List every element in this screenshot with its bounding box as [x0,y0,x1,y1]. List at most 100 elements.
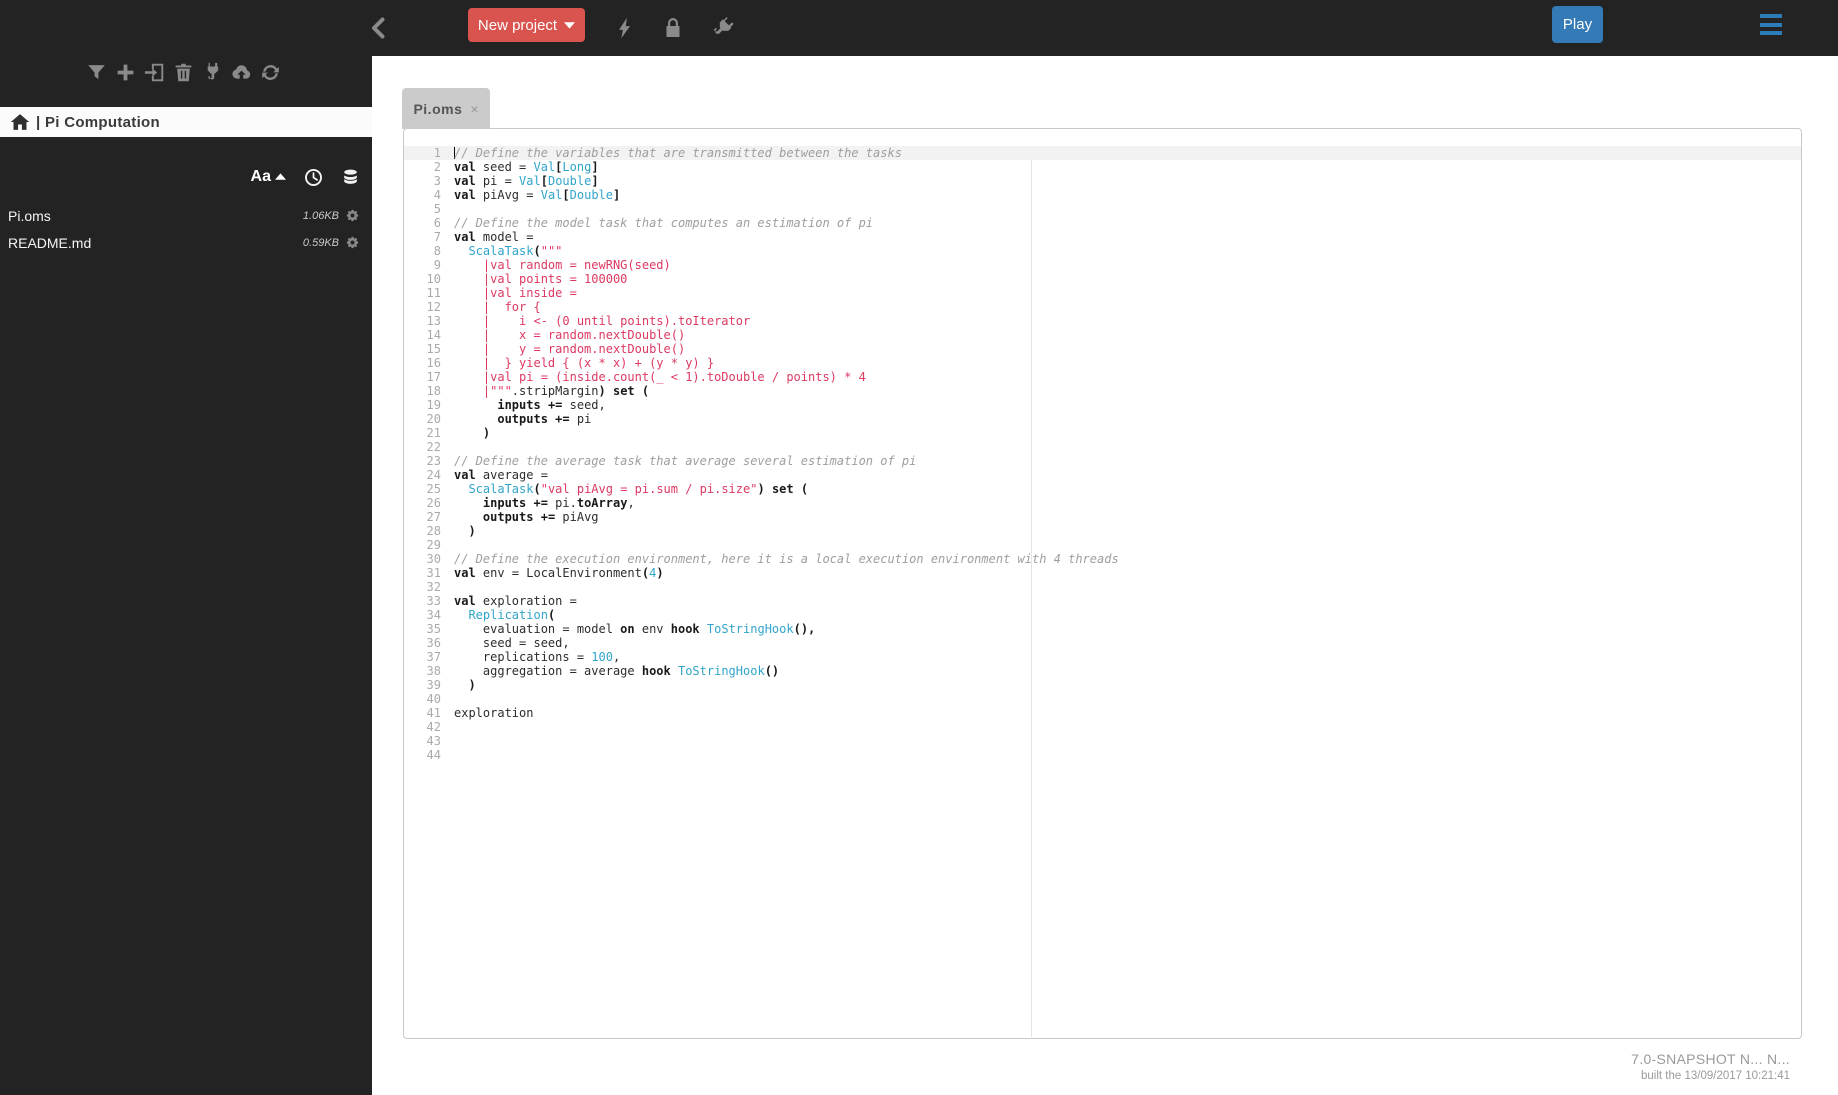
code-line[interactable]: 38 aggregation = average hook ToStringHo… [404,664,1801,678]
code-line[interactable]: 28 ) [404,524,1801,538]
code-text: // Define the model task that computes a… [454,216,874,230]
code-line[interactable]: 14 | x = random.nextDouble() [404,328,1801,342]
code-line[interactable]: 32 [404,580,1801,594]
tab-pi-oms[interactable]: Pi.oms × [402,88,490,129]
paste-icon[interactable] [144,62,165,83]
code-line[interactable]: 4 val piAvg = Val[Double] [404,188,1801,202]
line-number: 37 [426,650,441,664]
code-line[interactable]: 11 |val inside = [404,286,1801,300]
code-line[interactable]: 12 | for { [404,300,1801,314]
hamburger-menu-icon[interactable] [1760,14,1782,35]
code-line[interactable]: 18 |""".stripMargin) set ( [404,384,1801,398]
line-number: 40 [426,692,441,706]
code-line[interactable]: 43 [404,734,1801,748]
code-text: val average = [454,468,548,482]
code-line[interactable]: 37 replications = 100, [404,650,1801,664]
file-row[interactable]: Pi.oms 1.06KB [0,202,372,229]
line-number: 29 [426,538,441,552]
plug-icon[interactable] [202,62,223,83]
code-line[interactable]: 22 [404,440,1801,454]
code-line[interactable]: 24 val average = [404,468,1801,482]
line-number: 17 [426,370,441,384]
code-line[interactable]: 8 ScalaTask(""" [404,244,1801,258]
home-icon[interactable] [10,112,30,132]
code-text: ) [468,678,476,692]
line-number: 36 [426,636,441,650]
code-line[interactable]: 39 ) [404,678,1801,692]
file-row[interactable]: README.md 0.59KB [0,229,372,256]
code-line[interactable]: 30 // Define the execution environment, h… [404,552,1801,566]
lightning-icon[interactable] [612,14,638,42]
version-info: 7.0-SNAPSHOT N... N... built the 13/09/2… [1631,1051,1790,1082]
code-editor[interactable]: 1 // Define the variables that are transm… [403,128,1802,1039]
code-line[interactable]: 7 val model = [404,230,1801,244]
code-line[interactable]: 35 evaluation = model on env hook ToStri… [404,622,1801,636]
code-line[interactable]: 3 val pi = Val[Double] [404,174,1801,188]
build-date-label: built the 13/09/2017 10:21:41 [1641,1070,1790,1082]
file-name: Pi.oms [8,207,51,224]
code-line[interactable]: 26 inputs += pi.toArray, [404,496,1801,510]
line-number: 34 [426,608,441,622]
code-text: |val pi = (inside.count(_ < 1).toDouble … [454,370,866,384]
line-number: 3 [433,174,441,188]
code-line[interactable]: 44 [404,748,1801,762]
code-line[interactable]: 23 // Define the average task that averag… [404,454,1801,468]
line-number: 44 [426,748,441,762]
gear-icon[interactable] [345,208,360,223]
line-number: 33 [426,594,441,608]
filter-icon[interactable] [86,62,107,83]
code-line[interactable]: 31 val env = LocalEnvironment(4) [404,566,1801,580]
new-project-button[interactable]: New project [468,8,585,42]
code-line[interactable]: 13 | i <- (0 until points).toIterator [404,314,1801,328]
code-line[interactable]: 25 ScalaTask("val piAvg = pi.sum / pi.si… [404,482,1801,496]
code-line[interactable]: 16 | } yield { (x * x) + (y * y) } [404,356,1801,370]
code-line[interactable]: 1 // Define the variables that are transm… [404,146,1801,160]
cloud-upload-icon[interactable] [231,62,252,83]
project-header: | Pi Computation [0,107,372,137]
line-number: 8 [433,244,441,258]
lock-icon[interactable] [660,13,686,43]
code-text: // Define the variables that are transmi… [454,146,902,160]
line-number: 15 [426,342,441,356]
refresh-icon[interactable] [260,62,281,83]
file-size: 1.06KB [302,209,339,222]
code-line[interactable]: 33 val exploration = [404,594,1801,608]
code-line[interactable]: 40 [404,692,1801,706]
code-text: |val points = 100000 [454,272,628,286]
code-line[interactable]: 29 [404,538,1801,552]
code-line[interactable]: 41 exploration [404,706,1801,720]
code-line[interactable]: 20 outputs += pi [404,412,1801,426]
plug-icon[interactable] [708,13,736,43]
line-number: 39 [426,678,441,692]
code-line[interactable]: 27 outputs += piAvg [404,510,1801,524]
clock-icon[interactable] [304,168,323,187]
code-line[interactable]: 19 inputs += seed, [404,398,1801,412]
line-number: 9 [433,258,441,272]
code-line[interactable]: 36 seed = seed, [404,636,1801,650]
file-name: README.md [8,234,92,251]
code-line[interactable]: 15 | y = random.nextDouble() [404,342,1801,356]
code-line[interactable]: 10 |val points = 100000 [404,272,1801,286]
tab-label: Pi.oms [413,100,463,117]
line-number: 35 [426,622,441,636]
code-line[interactable]: 5 [404,202,1801,216]
code-line[interactable]: 17 |val pi = (inside.count(_ < 1).toDoub… [404,370,1801,384]
code-line[interactable]: 21 ) [404,426,1801,440]
trash-icon[interactable] [173,62,194,83]
play-button[interactable]: Play [1552,6,1603,43]
code-line[interactable]: 2 val seed = Val[Long] [404,160,1801,174]
line-number: 28 [426,524,441,538]
gear-icon[interactable] [345,235,360,250]
code-line[interactable]: 42 [404,720,1801,734]
code-line[interactable]: 34 Replication( [404,608,1801,622]
close-icon[interactable]: × [470,102,478,116]
code-text: ) [468,524,476,538]
code-text: evaluation = model on env hook ToStringH… [454,622,816,636]
sort-alpha-button[interactable]: Aa [251,168,286,186]
back-icon[interactable] [364,13,394,43]
line-number: 4 [433,188,441,202]
database-icon[interactable] [341,168,360,187]
code-line[interactable]: 9 |val random = newRNG(seed) [404,258,1801,272]
plus-icon[interactable] [115,62,136,83]
code-line[interactable]: 6 // Define the model task that computes … [404,216,1801,230]
